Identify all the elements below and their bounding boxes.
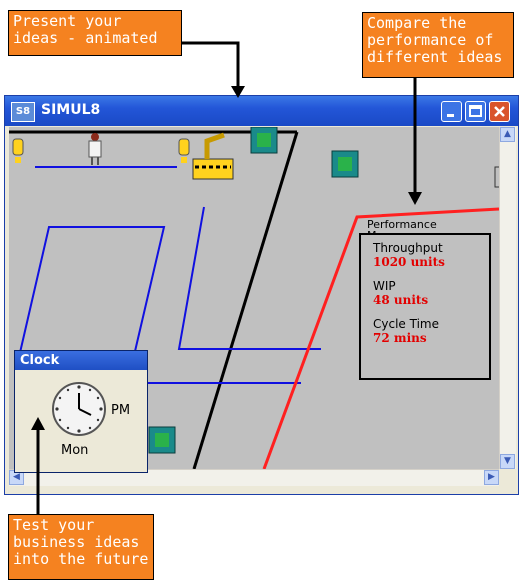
cycle-time-label: Cycle Time — [373, 317, 439, 331]
clock-ampm: PM — [111, 403, 131, 418]
clock-title-bar[interactable]: Clock — [15, 351, 147, 370]
route-blue-3 — [177, 206, 321, 350]
callout-line: into the future — [13, 550, 149, 568]
callout-line: business ideas — [13, 533, 140, 551]
queue-icon-left — [12, 138, 24, 163]
scroll-down-button[interactable]: ▼ — [500, 454, 515, 469]
worker-icon — [88, 133, 102, 165]
robot-workstation-icon — [192, 132, 234, 180]
performance-measures-box[interactable]: Throughput 1020 units WIP 48 units Cycle… — [359, 233, 491, 380]
cycle-time-value: 72 mins — [373, 331, 427, 345]
callout-line: different ideas — [367, 48, 503, 66]
app-icon[interactable]: S8 — [11, 102, 35, 122]
callout-line: Present your — [13, 12, 122, 30]
maximize-button[interactable] — [465, 101, 486, 122]
window-title: SIMUL8 — [41, 102, 101, 118]
callout-line: performance of — [367, 31, 494, 49]
clock-face-icon — [52, 382, 106, 436]
scroll-right-button[interactable]: ▶ — [484, 470, 499, 485]
title-bar[interactable]: S8 SIMUL8 — [5, 96, 518, 126]
wip-label: WIP — [373, 279, 396, 293]
work-center-icon-bottom — [148, 426, 176, 454]
callout-present-ideas: Present your ideas - animated — [8, 10, 182, 56]
work-center-icon-right — [331, 150, 359, 178]
scroll-up-button[interactable]: ▲ — [500, 127, 515, 142]
clock-window[interactable]: Clock PM Mon — [14, 350, 148, 473]
minimize-icon — [447, 114, 454, 117]
callout-line: Compare the — [367, 14, 467, 32]
clock-day: Mon — [61, 443, 89, 458]
maximize-icon — [469, 105, 482, 117]
vertical-scrollbar[interactable]: ▲ ▼ — [499, 127, 516, 469]
throughput-value: 1020 units — [373, 255, 445, 269]
throughput-label: Throughput — [373, 241, 443, 255]
minimize-button[interactable] — [441, 101, 462, 122]
callout-compare-performance: Compare the performance of different ide… — [362, 12, 514, 78]
arrow-present — [182, 41, 240, 88]
callout-test-future: Test your business ideas into the future — [8, 514, 154, 580]
wip-value: 48 units — [373, 293, 429, 307]
close-icon — [494, 106, 505, 117]
close-button[interactable] — [489, 101, 510, 122]
callout-line: ideas - animated — [13, 29, 158, 47]
work-center-icon-top — [250, 127, 278, 154]
queue-icon-middle — [178, 138, 190, 163]
callout-line: Test your — [13, 516, 95, 534]
